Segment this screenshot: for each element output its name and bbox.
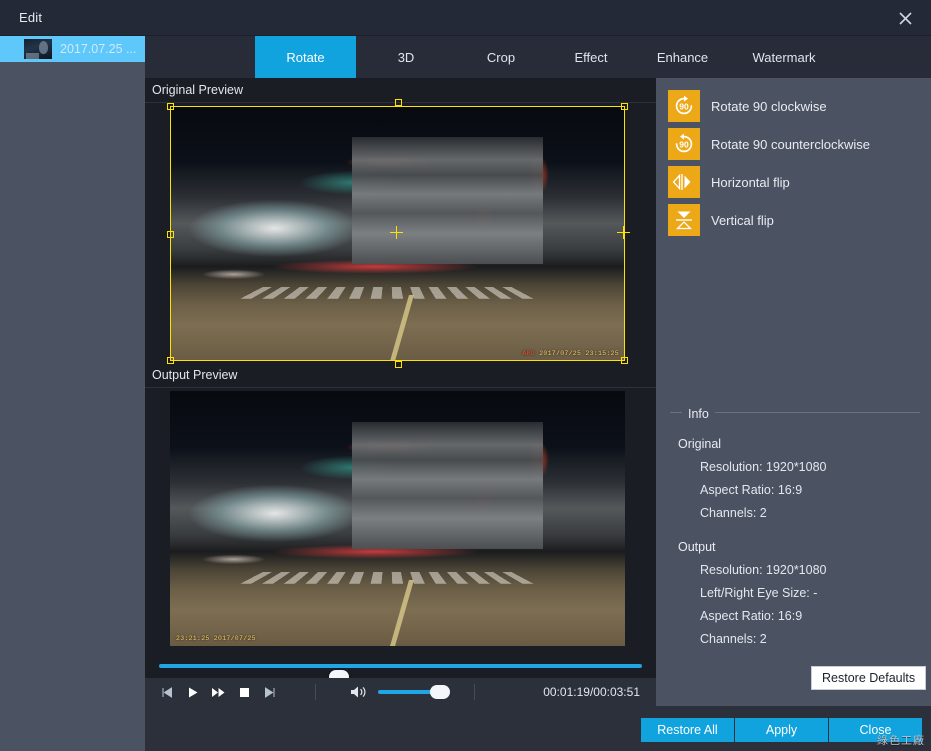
tab-effect[interactable]: Effect — [546, 36, 636, 78]
option-label: Rotate 90 counterclockwise — [711, 136, 870, 152]
transport-controls: 00:01:19/00:03:51 — [145, 678, 656, 706]
restore-all-button[interactable]: Restore All — [641, 718, 734, 742]
list-item[interactable]: 2017.07.25 ... — [0, 36, 145, 62]
video-thumbnail-icon — [24, 39, 52, 59]
divider — [315, 684, 316, 700]
edit-window: Edit 2017.07.25 ... Rotate 3D Crop Effec… — [0, 0, 931, 751]
speaker-icon[interactable] — [346, 678, 372, 706]
info-output-title: Output — [678, 540, 716, 554]
close-icon[interactable] — [879, 0, 931, 36]
info-output-eye-size: Left/Right Eye Size: - — [700, 586, 818, 600]
flip-horizontal-icon — [668, 166, 700, 198]
volume-slider[interactable] — [378, 685, 450, 699]
skip-next-icon[interactable] — [257, 678, 283, 706]
original-video-timestamp: ARG 2017/07/25 23:15:25 — [522, 350, 619, 357]
svg-text:90: 90 — [679, 139, 689, 149]
info-output-resolution: Resolution: 1920*1080 — [700, 563, 827, 577]
crop-handle-bottom-center[interactable] — [395, 361, 402, 368]
option-label: Vertical flip — [711, 212, 774, 228]
close-button[interactable]: Close — [829, 718, 922, 742]
rotate-90-counterclockwise-option[interactable]: 90 Rotate 90 counterclockwise — [668, 128, 870, 160]
options-panel: 90 Rotate 90 clockwise 90 Rotate 90 coun… — [656, 78, 931, 706]
fast-forward-icon[interactable] — [205, 678, 231, 706]
svg-text:90: 90 — [679, 101, 689, 111]
divider — [474, 684, 475, 700]
volume-thumb[interactable] — [430, 685, 450, 699]
output-video-timestamp: 23:21:25 2017/07/25 — [176, 635, 256, 642]
flip-vertical-icon — [668, 204, 700, 236]
seek-slider[interactable] — [159, 664, 642, 684]
skip-previous-icon[interactable] — [153, 678, 179, 706]
tab-enhance[interactable]: Enhance — [636, 36, 729, 78]
tab-3d[interactable]: 3D — [356, 36, 456, 78]
title-bar: Edit — [0, 0, 931, 36]
output-preview-image: 23:21:25 2017/07/25 — [170, 391, 625, 646]
file-list-sidebar: 2017.07.25 ... — [0, 36, 145, 751]
preview-column: Original Preview ARG 2017/07/25 23:15:25 — [145, 78, 656, 706]
seek-bar-area — [145, 652, 656, 684]
original-preview-label: Original Preview — [152, 83, 244, 97]
info-original-title: Original — [678, 437, 722, 451]
output-preview-label: Output Preview — [152, 368, 238, 382]
tab-rotate[interactable]: Rotate — [255, 36, 356, 78]
option-label: Rotate 90 clockwise — [711, 98, 827, 114]
rotate-cw-90-icon: 90 — [668, 90, 700, 122]
window-title: Edit — [19, 10, 43, 25]
tab-bar: Rotate 3D Crop Effect Enhance Watermark — [145, 36, 931, 78]
tab-watermark[interactable]: Watermark — [729, 36, 839, 78]
list-item-label: 2017.07.25 ... — [60, 42, 137, 56]
horizontal-flip-option[interactable]: Horizontal flip — [668, 166, 790, 198]
stop-icon[interactable] — [231, 678, 257, 706]
info-group: Info Original Resolution: 1920*1080 Aspe… — [670, 405, 920, 646]
restore-defaults-button[interactable]: Restore Defaults — [811, 666, 927, 690]
rotate-90-clockwise-option[interactable]: 90 Rotate 90 clockwise — [668, 90, 827, 122]
divider — [145, 102, 656, 103]
play-icon[interactable] — [179, 678, 205, 706]
original-preview-image: ARG 2017/07/25 23:15:25 — [170, 106, 625, 361]
info-original-aspect: Aspect Ratio: 16:9 — [700, 483, 803, 497]
divider — [145, 387, 656, 388]
info-output-channels: Channels: 2 — [700, 632, 767, 646]
info-original-channels: Channels: 2 — [700, 506, 767, 520]
info-output-aspect: Aspect Ratio: 16:9 — [700, 609, 803, 623]
info-original-resolution: Resolution: 1920*1080 — [700, 460, 827, 474]
vertical-flip-option[interactable]: Vertical flip — [668, 204, 774, 236]
time-display: 00:01:19/00:03:51 — [543, 685, 640, 699]
rotate-ccw-90-icon: 90 — [668, 128, 700, 160]
option-label: Horizontal flip — [711, 174, 790, 190]
info-group-title: Info — [682, 407, 715, 421]
tab-crop[interactable]: Crop — [456, 36, 546, 78]
footer-bar: Restore All Apply Close — [145, 706, 931, 751]
apply-button[interactable]: Apply — [735, 718, 828, 742]
